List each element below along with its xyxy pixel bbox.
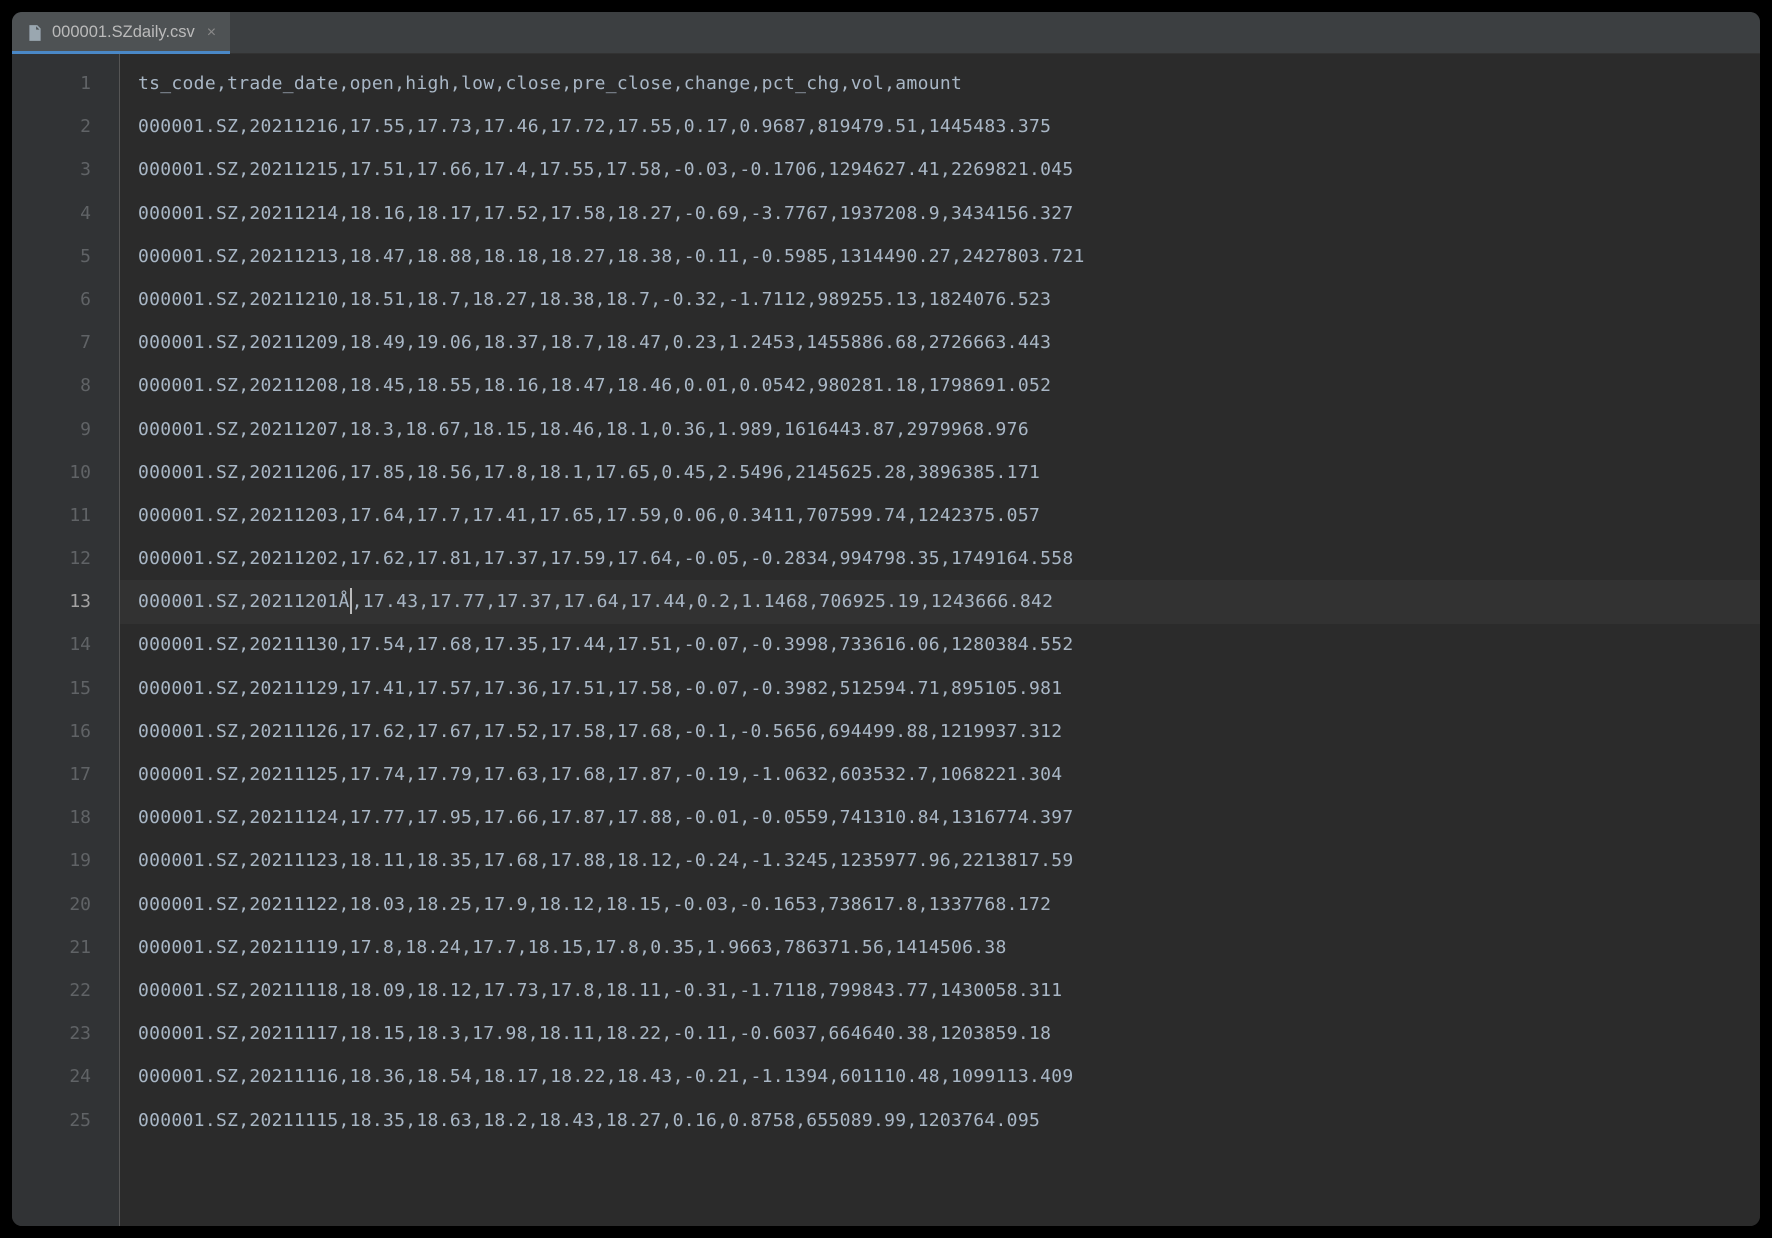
line-number: 22 — [12, 969, 119, 1012]
line-number: 5 — [12, 235, 119, 278]
file-icon — [26, 24, 44, 42]
line-number: 21 — [12, 926, 119, 969]
code-line[interactable]: 000001.SZ,20211116,18.36,18.54,18.17,18.… — [138, 1055, 1760, 1098]
editor-body: 1234567891011121314151617181920212223242… — [12, 54, 1760, 1226]
editor-window: 000001.SZdaily.csv × 1234567891011121314… — [12, 12, 1760, 1226]
tab-bar: 000001.SZdaily.csv × — [12, 12, 1760, 54]
tab-filename: 000001.SZdaily.csv — [52, 23, 195, 42]
code-line[interactable]: 000001.SZ,20211214,18.16,18.17,17.52,17.… — [138, 192, 1760, 235]
line-number: 19 — [12, 839, 119, 882]
code-line[interactable]: 000001.SZ,20211130,17.54,17.68,17.35,17.… — [138, 623, 1760, 666]
code-line[interactable]: 000001.SZ,20211129,17.41,17.57,17.36,17.… — [138, 667, 1760, 710]
code-area[interactable]: ts_code,trade_date,open,high,low,close,p… — [120, 54, 1760, 1226]
line-number: 11 — [12, 494, 119, 537]
line-number: 16 — [12, 710, 119, 753]
line-number: 3 — [12, 148, 119, 191]
code-line[interactable]: 000001.SZ,20211208,18.45,18.55,18.16,18.… — [138, 364, 1760, 407]
line-number: 24 — [12, 1055, 119, 1098]
line-number-gutter: 1234567891011121314151617181920212223242… — [12, 54, 120, 1226]
code-line[interactable]: 000001.SZ,20211216,17.55,17.73,17.46,17.… — [138, 105, 1760, 148]
code-line[interactable]: 000001.SZ,20211210,18.51,18.7,18.27,18.3… — [138, 278, 1760, 321]
line-number: 18 — [12, 796, 119, 839]
line-number: 14 — [12, 623, 119, 666]
line-number: 12 — [12, 537, 119, 580]
code-line[interactable]: 000001.SZ,20211122,18.03,18.25,17.9,18.1… — [138, 883, 1760, 926]
line-number: 15 — [12, 667, 119, 710]
code-line[interactable]: 000001.SZ,20211202,17.62,17.81,17.37,17.… — [138, 537, 1760, 580]
line-number: 17 — [12, 753, 119, 796]
code-line[interactable]: 000001.SZ,20211118,18.09,18.12,17.73,17.… — [138, 969, 1760, 1012]
code-line[interactable]: 000001.SZ,20211206,17.85,18.56,17.8,18.1… — [138, 451, 1760, 494]
code-line[interactable]: ts_code,trade_date,open,high,low,close,p… — [138, 62, 1760, 105]
line-number: 1 — [12, 62, 119, 105]
line-number: 25 — [12, 1099, 119, 1142]
code-line[interactable]: 000001.SZ,20211213,18.47,18.88,18.18,18.… — [138, 235, 1760, 278]
code-line[interactable]: 000001.SZ,20211203,17.64,17.7,17.41,17.6… — [138, 494, 1760, 537]
code-line[interactable]: 000001.SZ,20211126,17.62,17.67,17.52,17.… — [138, 710, 1760, 753]
code-line[interactable]: 000001.SZ,20211125,17.74,17.79,17.63,17.… — [138, 753, 1760, 796]
code-line[interactable]: 000001.SZ,20211201Å,17.43,17.77,17.37,17… — [138, 580, 1760, 623]
file-tab[interactable]: 000001.SZdaily.csv × — [12, 12, 230, 53]
close-icon[interactable]: × — [207, 24, 216, 42]
line-number: 7 — [12, 321, 119, 364]
line-number: 10 — [12, 451, 119, 494]
line-number: 23 — [12, 1012, 119, 1055]
code-line[interactable]: 000001.SZ,20211117,18.15,18.3,17.98,18.1… — [138, 1012, 1760, 1055]
line-number: 13 — [12, 580, 119, 623]
line-number: 20 — [12, 883, 119, 926]
code-line[interactable]: 000001.SZ,20211115,18.35,18.63,18.2,18.4… — [138, 1099, 1760, 1142]
code-line[interactable]: 000001.SZ,20211123,18.11,18.35,17.68,17.… — [138, 839, 1760, 882]
code-line[interactable]: 000001.SZ,20211207,18.3,18.67,18.15,18.4… — [138, 408, 1760, 451]
code-line[interactable]: 000001.SZ,20211124,17.77,17.95,17.66,17.… — [138, 796, 1760, 839]
line-number: 2 — [12, 105, 119, 148]
code-line[interactable]: 000001.SZ,20211209,18.49,19.06,18.37,18.… — [138, 321, 1760, 364]
line-number: 4 — [12, 192, 119, 235]
line-number: 8 — [12, 364, 119, 407]
code-line[interactable]: 000001.SZ,20211215,17.51,17.66,17.4,17.5… — [138, 148, 1760, 191]
line-number: 9 — [12, 408, 119, 451]
code-line[interactable]: 000001.SZ,20211119,17.8,18.24,17.7,18.15… — [138, 926, 1760, 969]
line-number: 6 — [12, 278, 119, 321]
